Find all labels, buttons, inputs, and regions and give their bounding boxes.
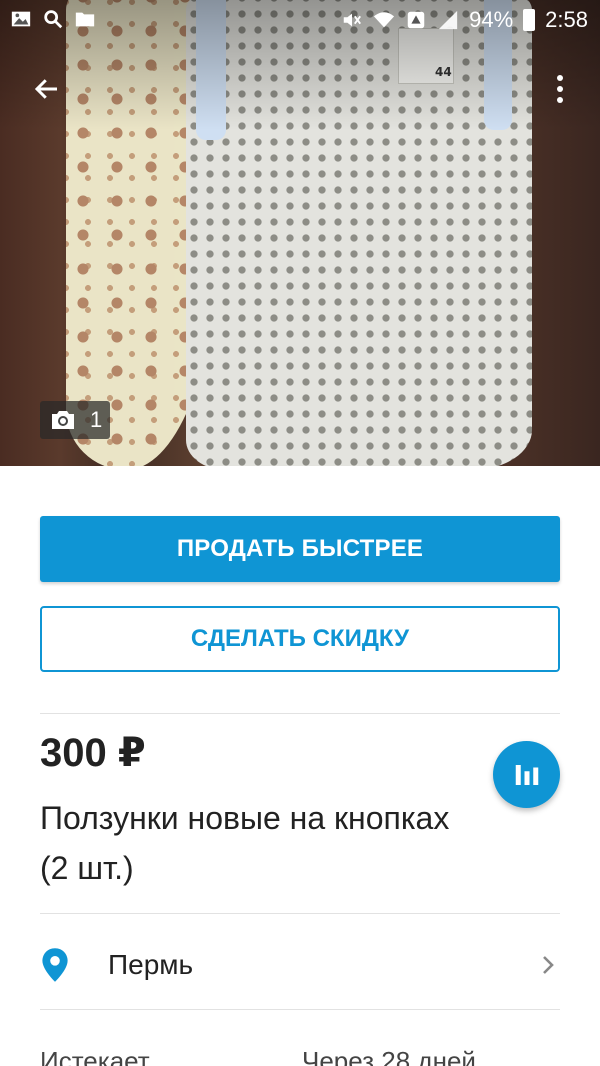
listing-screen: 44 94% 2:58 1 ПРОДАТЬ БЫСТРЕ <box>0 0 600 1066</box>
location-city: Пермь <box>108 949 194 980</box>
photo-count-badge: 1 <box>40 401 110 439</box>
make-discount-button[interactable]: СДЕЛАТЬ СКИДКУ <box>40 606 560 672</box>
back-button[interactable] <box>24 66 70 112</box>
mute-icon <box>343 13 362 27</box>
more-vertical-icon <box>557 97 563 103</box>
sell-faster-button[interactable]: ПРОДАТЬ БЫСТРЕЕ <box>40 516 560 582</box>
expiry-value: Через 28 дней <box>302 1046 476 1066</box>
more-options-button[interactable] <box>540 66 580 112</box>
search-icon <box>44 10 63 29</box>
listing-photo[interactable]: 44 <box>0 0 600 466</box>
chevron-right-icon <box>536 953 560 977</box>
photo-count: 1 <box>90 407 103 432</box>
expiry-label: Истекает <box>40 1046 150 1066</box>
battery-percent: 94% <box>469 7 514 32</box>
gallery-icon <box>11 11 31 27</box>
divider <box>40 713 560 714</box>
more-vertical-icon <box>557 86 563 92</box>
listing-price: 300 ₽ <box>40 731 146 775</box>
data-icon <box>407 11 425 29</box>
wifi-icon <box>374 12 395 28</box>
status-bar-left <box>10 8 96 30</box>
camera-icon <box>52 411 74 429</box>
status-bar: 94% 2:58 <box>0 0 600 40</box>
bar-chart-icon <box>515 764 538 785</box>
more-vertical-icon <box>557 75 563 81</box>
arrow-left-icon <box>34 79 57 99</box>
listing-title: Ползунки новые на кнопках (2 шт.) <box>40 800 450 886</box>
divider <box>40 913 560 914</box>
statistics-button[interactable] <box>493 741 560 808</box>
folder-icon <box>75 12 95 27</box>
signal-icon <box>438 10 458 30</box>
location-row[interactable]: Пермь <box>40 930 560 1000</box>
status-time: 2:58 <box>545 7 588 32</box>
location-pin-icon <box>40 945 80 985</box>
battery-icon <box>523 9 536 31</box>
expiry-row: Истекает Через 28 дней <box>40 1046 560 1066</box>
divider <box>40 1009 560 1010</box>
status-bar-right: 94% 2:58 <box>341 7 588 33</box>
